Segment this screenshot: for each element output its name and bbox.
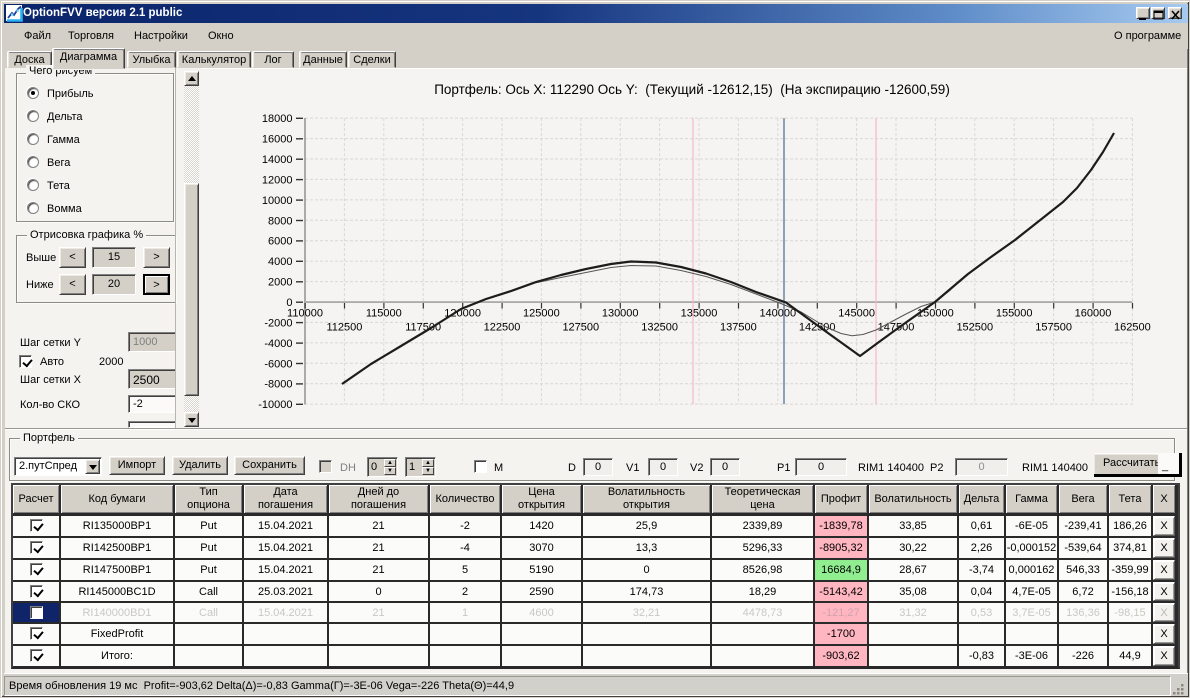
svg-text:4000: 4000 (268, 256, 292, 268)
svg-text:130000: 130000 (602, 308, 639, 320)
svg-text:152500: 152500 (956, 322, 993, 334)
svg-text:2000: 2000 (268, 277, 292, 289)
svg-text:115000: 115000 (366, 308, 402, 320)
svg-text:-8000: -8000 (264, 379, 292, 391)
svg-text:127500: 127500 (562, 322, 599, 334)
svg-text:135000: 135000 (681, 308, 718, 320)
svg-text:110000: 110000 (287, 308, 323, 320)
svg-text:18000: 18000 (262, 113, 293, 125)
svg-text:155000: 155000 (996, 308, 1033, 320)
svg-text:-4000: -4000 (264, 338, 292, 350)
svg-text:-6000: -6000 (264, 358, 292, 370)
svg-text:162500: 162500 (1114, 322, 1151, 334)
svg-text:16000: 16000 (262, 134, 293, 146)
svg-text:140000: 140000 (759, 308, 796, 320)
svg-text:Портфель: Ось X: 112290 Ось Y:: Портфель: Ось X: 112290 Ось Y: (Текущий … (434, 82, 950, 97)
svg-text:8000: 8000 (268, 215, 292, 227)
svg-text:125000: 125000 (523, 308, 560, 320)
svg-text:122500: 122500 (484, 322, 521, 334)
svg-text:-10000: -10000 (258, 399, 292, 411)
svg-text:112500: 112500 (326, 322, 362, 334)
svg-text:10000: 10000 (262, 195, 293, 207)
svg-text:12000: 12000 (262, 174, 293, 186)
svg-text:150000: 150000 (917, 308, 954, 320)
svg-text:6000: 6000 (268, 236, 292, 248)
svg-text:147500: 147500 (878, 322, 915, 334)
svg-text:14000: 14000 (262, 154, 293, 166)
svg-text:157500: 157500 (1035, 322, 1072, 334)
svg-text:137500: 137500 (720, 322, 757, 334)
svg-text:145000: 145000 (838, 308, 875, 320)
svg-text:142500: 142500 (799, 322, 836, 334)
svg-text:132500: 132500 (641, 322, 678, 334)
svg-text:160000: 160000 (1075, 308, 1112, 320)
